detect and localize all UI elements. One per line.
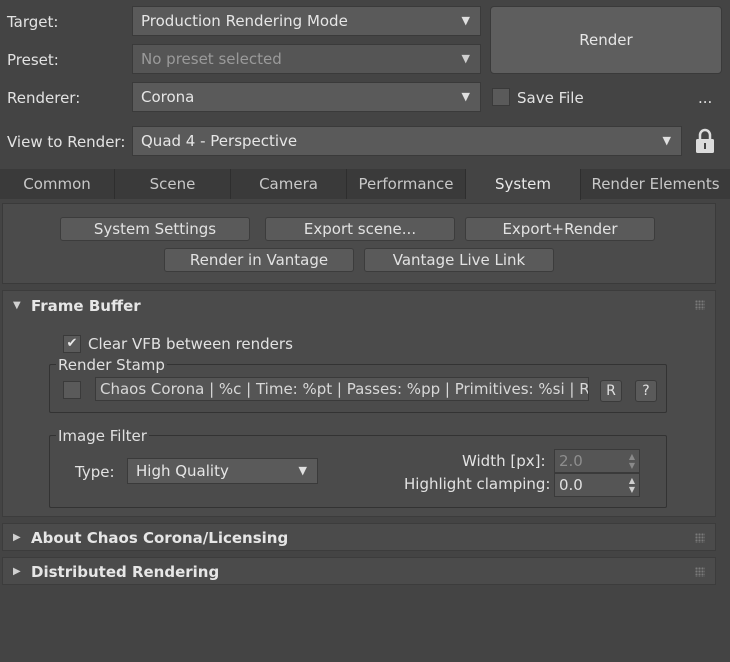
export-scene-button[interactable]: Export scene... (265, 217, 455, 241)
filter-type-value: High Quality (136, 462, 229, 480)
system-settings-button[interactable]: System Settings (60, 217, 250, 241)
preset-dropdown[interactable]: No preset selected ▼ (132, 44, 481, 74)
tab-system[interactable]: System (466, 169, 581, 200)
chevron-down-icon: ▼ (461, 14, 470, 27)
renderer-label: Renderer: (7, 89, 81, 107)
render-stamp-title: Render Stamp (56, 356, 167, 374)
render-stamp-checkbox[interactable] (63, 381, 81, 399)
view-to-render-value: Quad 4 - Perspective (141, 132, 298, 150)
highlight-clamping-label: Highlight clamping: (404, 475, 551, 493)
target-label: Target: (7, 13, 59, 31)
render-stamp-input[interactable]: Chaos Corona | %c | Time: %pt | Passes: … (95, 377, 589, 401)
renderer-value: Corona (141, 88, 195, 106)
vantage-live-link-button[interactable]: Vantage Live Link (364, 248, 554, 272)
renderer-dropdown[interactable]: Corona ▼ (132, 82, 481, 112)
highlight-clamping-value: 0.0 (559, 476, 583, 494)
expand-triangle-icon: ▶ (13, 532, 21, 543)
about-rollout-title: About Chaos Corona/Licensing (31, 529, 289, 547)
collapse-triangle-icon: ▼ (13, 300, 21, 311)
tab-common[interactable]: Common (0, 169, 115, 199)
distributed-rendering-title: Distributed Rendering (31, 563, 220, 581)
distributed-rendering-rollout[interactable]: ▶ Distributed Rendering (2, 557, 716, 585)
drag-handle-icon[interactable] (695, 567, 705, 577)
preset-label: Preset: (7, 51, 59, 69)
spinner-arrows-icon[interactable]: ▲ ▼ (629, 476, 635, 494)
frame-buffer-header[interactable]: ▼ Frame Buffer (3, 291, 715, 321)
tab-camera[interactable]: Camera (231, 169, 347, 199)
chevron-down-icon: ▼ (298, 464, 307, 477)
about-rollout[interactable]: ▶ About Chaos Corona/Licensing (2, 523, 716, 551)
render-stamp-reset-button[interactable]: R (600, 380, 622, 402)
render-button[interactable]: Render (490, 6, 722, 74)
target-value: Production Rendering Mode (141, 12, 348, 30)
render-stamp-help-button[interactable]: ? (635, 380, 657, 402)
tab-render-elements[interactable]: Render Elements (581, 169, 730, 199)
view-to-render-dropdown[interactable]: Quad 4 - Perspective ▼ (132, 126, 682, 156)
drag-handle-icon[interactable] (695, 300, 705, 310)
export-render-button[interactable]: Export+Render (465, 217, 655, 241)
spinner-arrows-icon[interactable]: ▲ ▼ (629, 452, 635, 470)
filter-width-spinner[interactable]: 2.0 ▲ ▼ (554, 449, 640, 473)
tab-performance[interactable]: Performance (347, 169, 466, 199)
filter-type-label: Type: (75, 463, 115, 481)
drag-handle-icon[interactable] (695, 533, 705, 543)
clear-vfb-checkbox[interactable]: ✔ (63, 335, 81, 353)
filter-width-label: Width [px]: (462, 452, 546, 470)
target-dropdown[interactable]: Production Rendering Mode ▼ (132, 6, 481, 36)
preset-value: No preset selected (141, 50, 282, 68)
lock-icon[interactable] (694, 127, 716, 155)
chevron-down-icon: ▼ (461, 52, 470, 65)
image-filter-title: Image Filter (56, 427, 149, 445)
save-file-checkbox[interactable] (492, 88, 510, 106)
tab-scene[interactable]: Scene (115, 169, 231, 199)
chevron-down-icon: ▼ (461, 90, 470, 103)
view-to-render-label: View to Render: (7, 133, 126, 151)
filter-type-dropdown[interactable]: High Quality ▼ (127, 458, 318, 484)
more-options-button[interactable]: ... (698, 88, 712, 108)
highlight-clamping-spinner[interactable]: 0.0 ▲ ▼ (554, 473, 640, 497)
render-in-vantage-button[interactable]: Render in Vantage (164, 248, 354, 272)
frame-buffer-title: Frame Buffer (31, 297, 141, 315)
filter-width-value: 2.0 (559, 452, 583, 470)
clear-vfb-label: Clear VFB between renders (88, 335, 293, 353)
save-file-label: Save File (517, 89, 584, 107)
chevron-down-icon: ▼ (662, 134, 671, 147)
expand-triangle-icon: ▶ (13, 566, 21, 577)
checkmark-icon: ✔ (66, 336, 78, 351)
frame-buffer-rollout: ▼ Frame Buffer ✔ Clear VFB between rende… (2, 290, 716, 517)
system-actions-panel: System Settings Export scene... Export+R… (2, 203, 716, 284)
tab-bar: Common Scene Camera Performance System R… (0, 169, 730, 200)
